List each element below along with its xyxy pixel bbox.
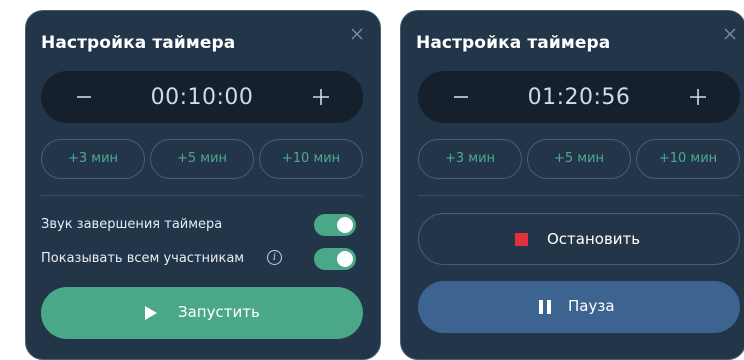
panel-title: Настройка таймера [41, 33, 236, 53]
add-5-min-button[interactable]: +5 мин [527, 139, 631, 179]
add-10-min-button[interactable]: +10 мин [636, 139, 740, 179]
stop-button-label: Остановить [547, 230, 641, 248]
toggle-knob [337, 251, 353, 267]
add-3-min-button[interactable]: +3 мин [418, 139, 522, 179]
time-adjuster: 00:10:00 [41, 71, 363, 123]
sound-setting-row: Звук завершения таймера [41, 214, 356, 238]
add-10-min-button[interactable]: +10 мин [259, 139, 363, 179]
panel-title: Настройка таймера [416, 33, 611, 53]
divider [41, 195, 363, 196]
stop-button[interactable]: Остановить [418, 213, 740, 265]
pause-button[interactable]: Пауза [418, 281, 740, 333]
plus-icon[interactable] [670, 71, 722, 123]
pause-button-label: Пауза [568, 297, 615, 315]
close-icon[interactable] [350, 27, 364, 41]
play-icon [145, 306, 157, 320]
add-5-min-button[interactable]: +5 мин [150, 139, 254, 179]
close-icon[interactable] [723, 27, 737, 41]
pause-icon [539, 300, 551, 314]
divider [418, 195, 740, 196]
start-button[interactable]: Запустить [41, 287, 363, 339]
start-button-label: Запустить [178, 303, 260, 321]
add-3-min-button[interactable]: +3 мин [41, 139, 145, 179]
timer-settings-panel-running: Настройка таймера 01:20:56 +3 мин +5 мин… [400, 10, 744, 360]
plus-icon[interactable] [293, 71, 345, 123]
show-all-toggle[interactable] [314, 248, 356, 270]
stop-icon [515, 233, 528, 246]
show-all-setting-label: Показывать всем участникам [41, 251, 245, 266]
time-adjuster: 01:20:56 [418, 71, 740, 123]
timer-settings-panel-idle: Настройка таймера 00:10:00 +3 мин +5 мин… [25, 10, 381, 360]
sound-setting-label: Звук завершения таймера [41, 217, 223, 232]
sound-toggle[interactable] [314, 214, 356, 236]
toggle-knob [337, 217, 353, 233]
info-icon[interactable]: i [267, 250, 282, 265]
show-all-setting-row: Показывать всем участникам i [41, 248, 356, 272]
